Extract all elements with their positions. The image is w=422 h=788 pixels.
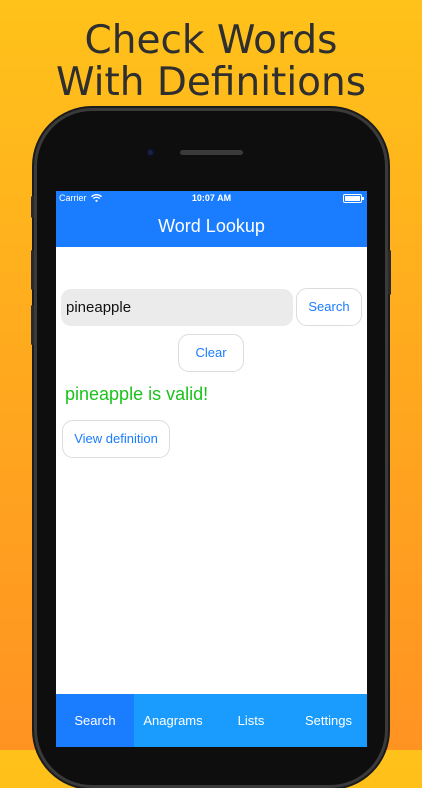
app-screen: Carrier 10:07 AM Word Lookup pineapple S… <box>56 191 367 747</box>
promo-headline: Check Words With Definitions <box>0 20 422 104</box>
view-definition-button[interactable]: View definition <box>62 420 170 458</box>
result-message: pineapple is valid! <box>65 384 209 404</box>
phone-volume-up <box>31 250 34 290</box>
clear-button[interactable]: Clear <box>178 334 244 372</box>
tab-search[interactable]: Search <box>56 694 134 747</box>
earpiece-speaker <box>180 150 243 155</box>
battery-icon <box>343 194 364 203</box>
headline-line-1: Check Words <box>84 18 338 63</box>
headline-line-2: With Definitions <box>55 60 367 105</box>
nav-title: Word Lookup <box>158 216 265 236</box>
search-input[interactable]: pineapple <box>61 289 293 326</box>
phone-power-button <box>388 250 391 295</box>
phone-volume-down <box>31 305 34 345</box>
status-time: 10:07 AM <box>191 193 232 203</box>
search-button[interactable]: Search <box>296 288 362 326</box>
phone-mute-switch <box>31 196 34 218</box>
nav-bar: Word Lookup <box>56 205 367 247</box>
tab-settings[interactable]: Settings <box>290 694 367 747</box>
tab-anagrams[interactable]: Anagrams <box>134 694 212 747</box>
tab-bar: Search Anagrams Lists Settings <box>56 694 367 747</box>
status-bar: Carrier 10:07 AM <box>56 191 367 205</box>
front-camera <box>146 148 155 157</box>
tab-lists[interactable]: Lists <box>212 694 290 747</box>
